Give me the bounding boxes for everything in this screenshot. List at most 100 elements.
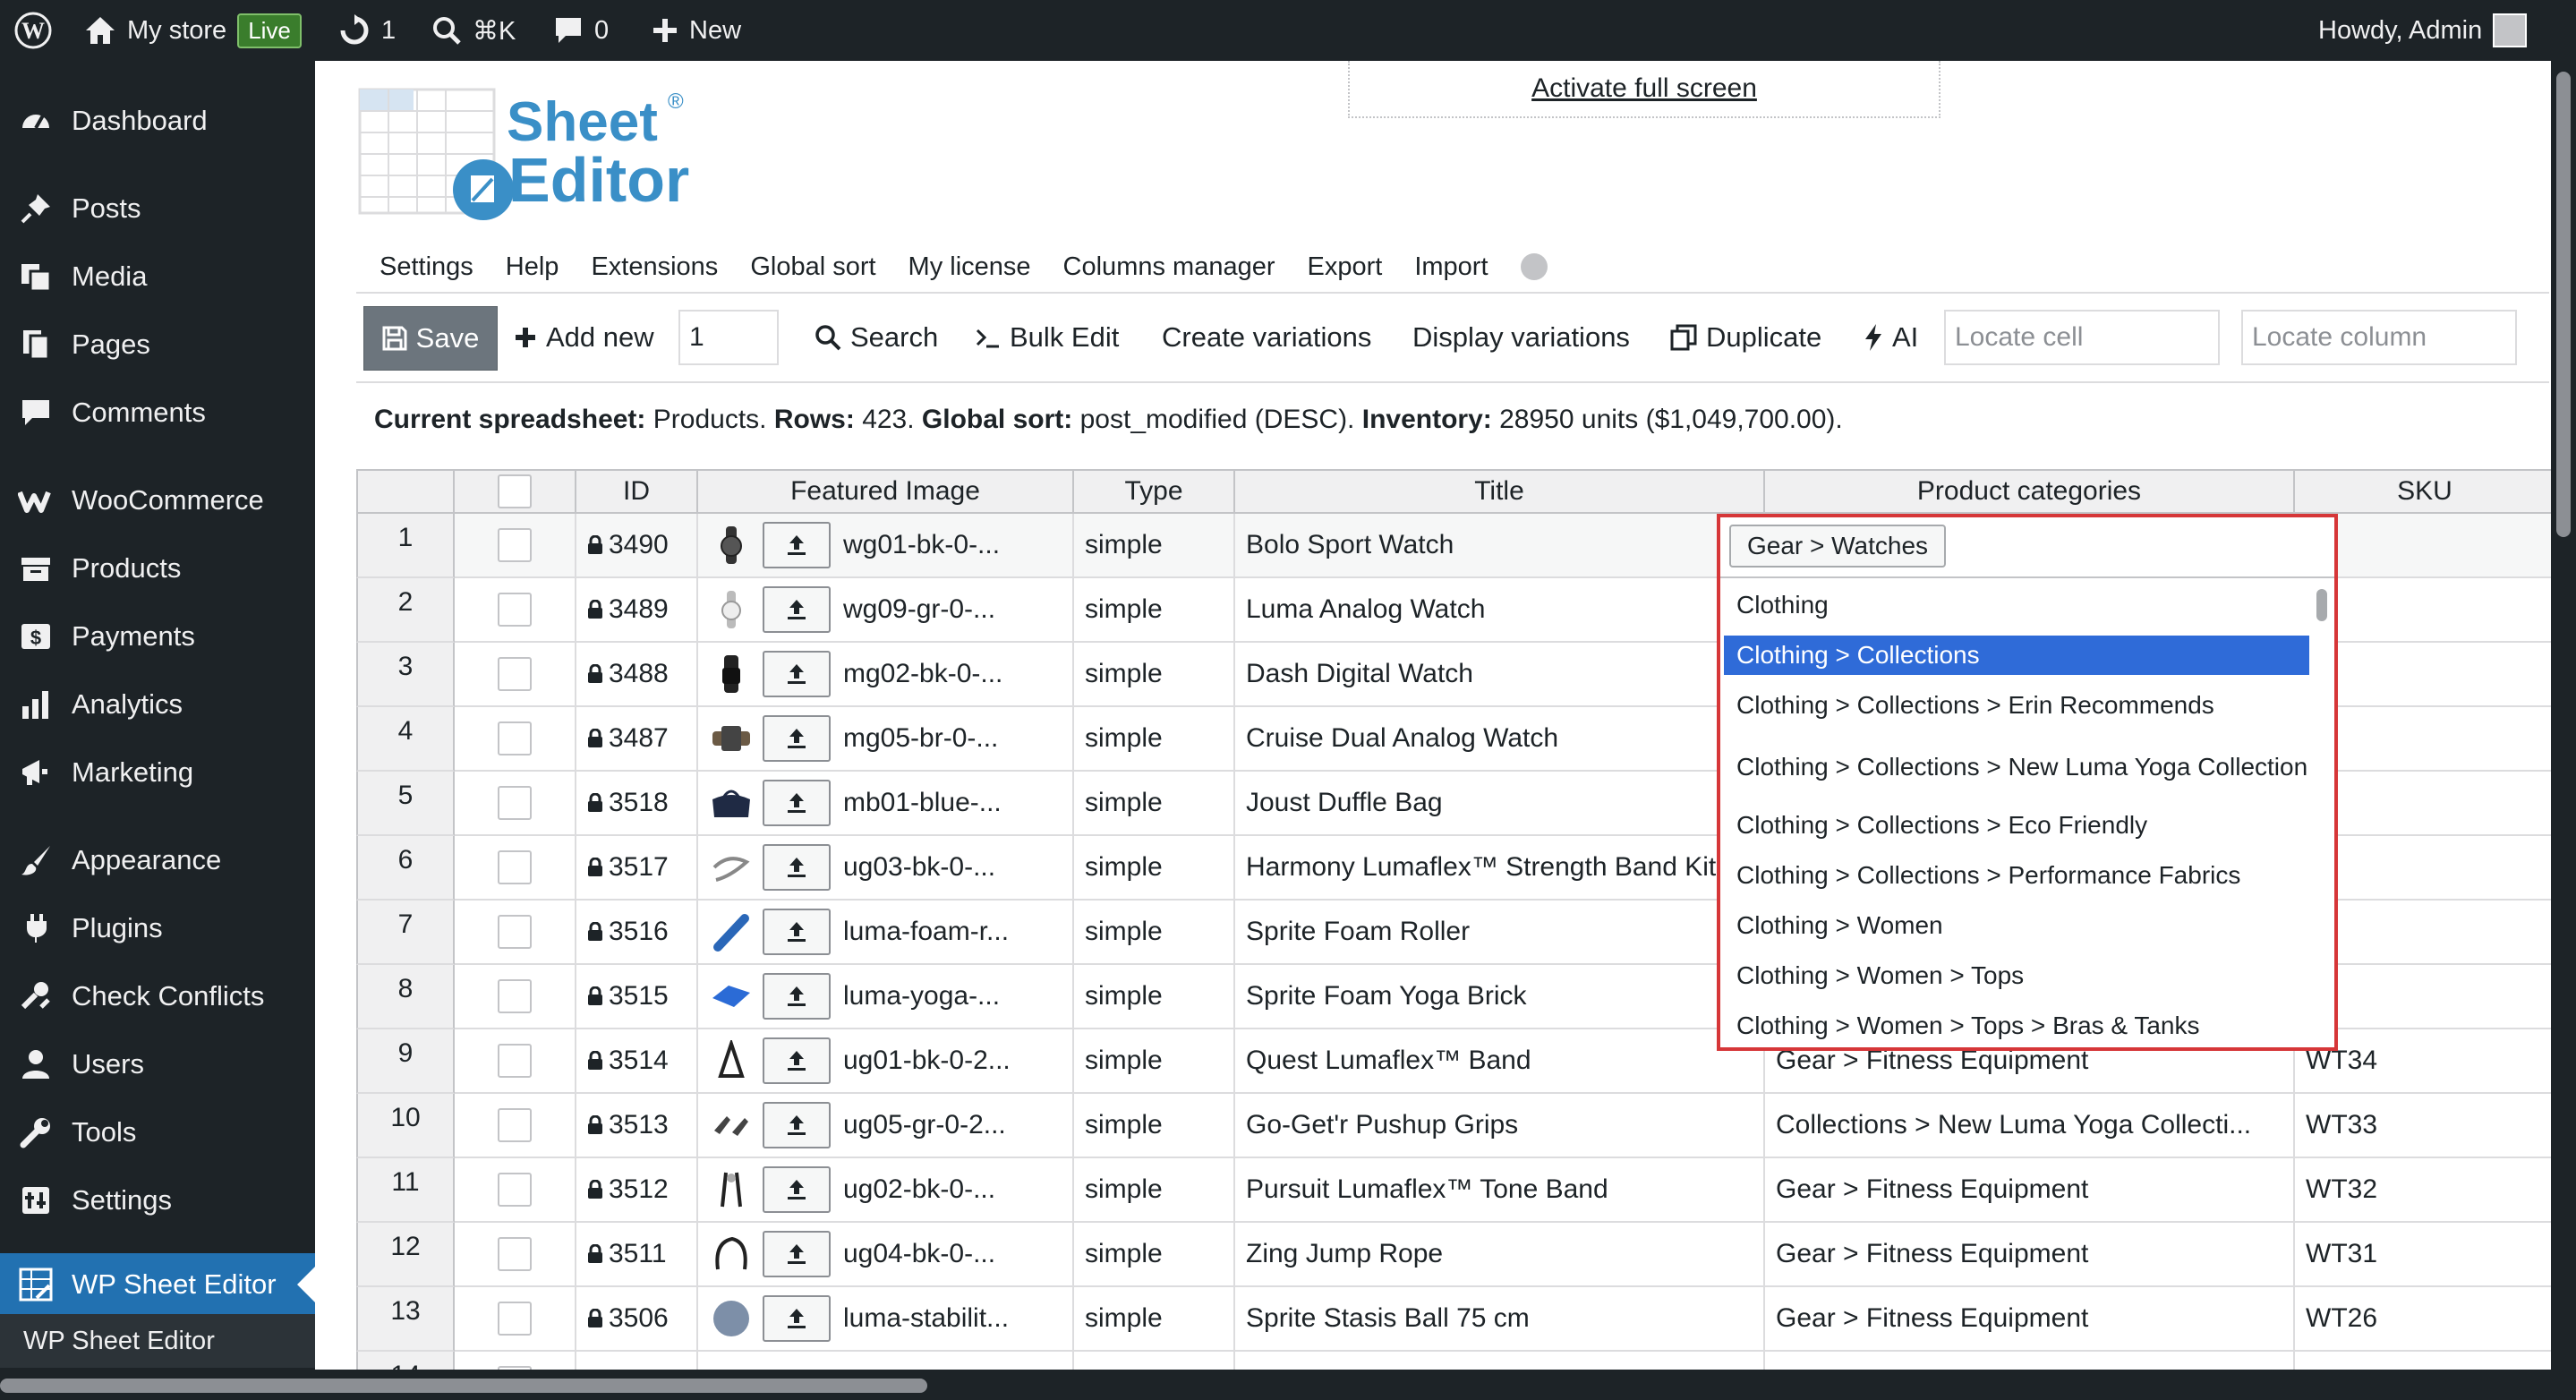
featured-image-cell[interactable]: mb01-blue-... [698,772,1074,836]
upload-button[interactable] [763,715,831,762]
title-cell[interactable]: Sprite Foam Roller [1235,901,1765,965]
title-cell[interactable]: Cruise Dual Analog Watch [1235,707,1765,772]
menu-extensions-link[interactable]: Extensions [591,252,718,282]
type-cell[interactable]: simple [1074,1158,1235,1223]
row-checkbox[interactable] [498,786,532,820]
type-cell[interactable]: simple [1074,901,1235,965]
comments-link[interactable]: 0 [553,0,609,61]
type-cell[interactable]: simple [1074,836,1235,901]
type-cell[interactable]: simple [1074,707,1235,772]
title-cell[interactable]: Sprite Stasis Ball 75 cm [1235,1287,1765,1352]
menu-payments[interactable]: $ Payments [0,605,315,668]
menu-products[interactable]: Products [0,537,315,600]
site-name-link[interactable]: My store Live [84,0,302,61]
menu-check-conflicts[interactable]: Check Conflicts [0,965,315,1028]
row-checkbox[interactable] [498,915,532,949]
select-all-checkbox[interactable] [498,474,532,508]
menu-analytics[interactable]: Analytics [0,673,315,736]
featured-image-cell[interactable]: ug03-bk-0-... [698,836,1074,901]
title-cell[interactable]: Go-Get'r Pushup Grips [1235,1094,1765,1158]
title-cell[interactable]: Quest Lumaflex™ Band [1235,1029,1765,1094]
id-cell[interactable]: 3511 [576,1223,698,1287]
id-cell[interactable]: 3513 [576,1094,698,1158]
featured-image-cell[interactable]: ug01-bk-0-2... [698,1029,1074,1094]
category-dropdown[interactable]: Gear > Watches Clothing Clothing > Collec… [1717,514,2338,1051]
command-search[interactable]: ⌘K [431,0,516,61]
menu-posts[interactable]: Posts [0,177,315,240]
row-checkbox[interactable] [498,1108,532,1142]
add-new-count-input[interactable] [678,310,779,365]
menu-settings-link[interactable]: Settings [380,252,473,282]
menu-dashboard[interactable]: Dashboard [0,90,315,152]
activate-fullscreen-link[interactable]: Activate full screen [1348,61,1941,118]
vertical-scrollbar[interactable] [2556,72,2571,537]
header-sku[interactable]: SKU [2295,469,2551,514]
header-title[interactable]: Title [1235,469,1765,514]
upload-button[interactable] [763,1037,831,1084]
id-cell[interactable]: 3516 [576,901,698,965]
category-option[interactable]: Clothing > Women [1724,906,2309,945]
menu-settings[interactable]: Settings [0,1169,315,1232]
id-cell[interactable]: 3506 [576,1287,698,1352]
id-cell[interactable]: 3515 [576,965,698,1029]
title-cell[interactable]: Zing Jump Rope [1235,1223,1765,1287]
menu-pages[interactable]: Pages [0,313,315,376]
upload-button[interactable] [763,1102,831,1148]
add-new-button[interactable]: Add new [514,306,654,369]
menu-plugins[interactable]: Plugins [0,897,315,960]
title-cell[interactable]: Dash Digital Watch [1235,643,1765,707]
menu-help-link[interactable]: Help [506,252,559,282]
upload-button[interactable] [763,844,831,891]
menu-import-link[interactable]: Import [1414,252,1488,282]
id-cell[interactable]: 3490 [576,514,698,578]
featured-image-cell[interactable]: luma-foam-r... [698,901,1074,965]
id-cell[interactable]: 3518 [576,772,698,836]
category-option[interactable]: Clothing > Collections > Erin Recommends [1724,686,2309,725]
row-checkbox[interactable] [498,593,532,627]
category-option[interactable]: Clothing [1724,585,2309,625]
title-cell[interactable]: Bolo Sport Watch [1235,514,1765,578]
type-cell[interactable]: simple [1074,1094,1235,1158]
menu-export-link[interactable]: Export [1308,252,1383,282]
id-cell[interactable]: 3514 [576,1029,698,1094]
horizontal-scrollbar[interactable] [0,1379,927,1393]
id-cell[interactable]: 3489 [576,578,698,643]
featured-image-cell[interactable]: ug05-gr-0-2... [698,1094,1074,1158]
type-cell[interactable]: simple [1074,1223,1235,1287]
row-checkbox[interactable] [498,1302,532,1336]
id-cell[interactable]: 3487 [576,707,698,772]
upload-button[interactable] [763,651,831,697]
sku-cell[interactable]: WT31 [2295,1223,2551,1287]
row-checkbox[interactable] [498,657,532,691]
menu-media[interactable]: Media [0,245,315,308]
create-variations-button[interactable]: Create variations [1162,306,1371,369]
category-cell[interactable]: Gear > Fitness Equipment [1765,1158,2295,1223]
featured-image-cell[interactable]: ug04-bk-0-... [698,1223,1074,1287]
id-cell[interactable]: 3488 [576,643,698,707]
row-checkbox[interactable] [498,1237,532,1271]
featured-image-cell[interactable]: wg09-gr-0-... [698,578,1074,643]
row-checkbox[interactable] [498,979,532,1013]
upload-button[interactable] [763,909,831,955]
type-cell[interactable]: simple [1074,1029,1235,1094]
bulk-edit-button[interactable]: Bulk Edit [976,306,1119,369]
display-variations-button[interactable]: Display variations [1412,306,1630,369]
category-option[interactable]: Clothing > Collections [1724,636,2309,675]
type-cell[interactable]: simple [1074,772,1235,836]
save-button[interactable]: Save [363,306,498,371]
category-cell[interactable]: Gear > Fitness Equipment [1765,1287,2295,1352]
type-cell[interactable]: simple [1074,965,1235,1029]
menu-wp-sheet-editor[interactable]: WP Sheet Editor [0,1253,315,1316]
upload-button[interactable] [763,973,831,1020]
menu-tools[interactable]: Tools [0,1101,315,1164]
header-type[interactable]: Type [1074,469,1235,514]
upload-button[interactable] [763,586,831,633]
row-checkbox[interactable] [498,721,532,755]
type-cell[interactable]: simple [1074,643,1235,707]
category-cell[interactable]: Gear > Fitness Equipment [1765,1223,2295,1287]
sku-cell[interactable]: WT32 [2295,1158,2551,1223]
duplicate-button[interactable]: Duplicate [1670,306,1821,369]
featured-image-cell[interactable]: luma-yoga-... [698,965,1074,1029]
upload-button[interactable] [763,780,831,826]
category-option[interactable]: Clothing > Collections > Performance Fab… [1724,856,2309,895]
